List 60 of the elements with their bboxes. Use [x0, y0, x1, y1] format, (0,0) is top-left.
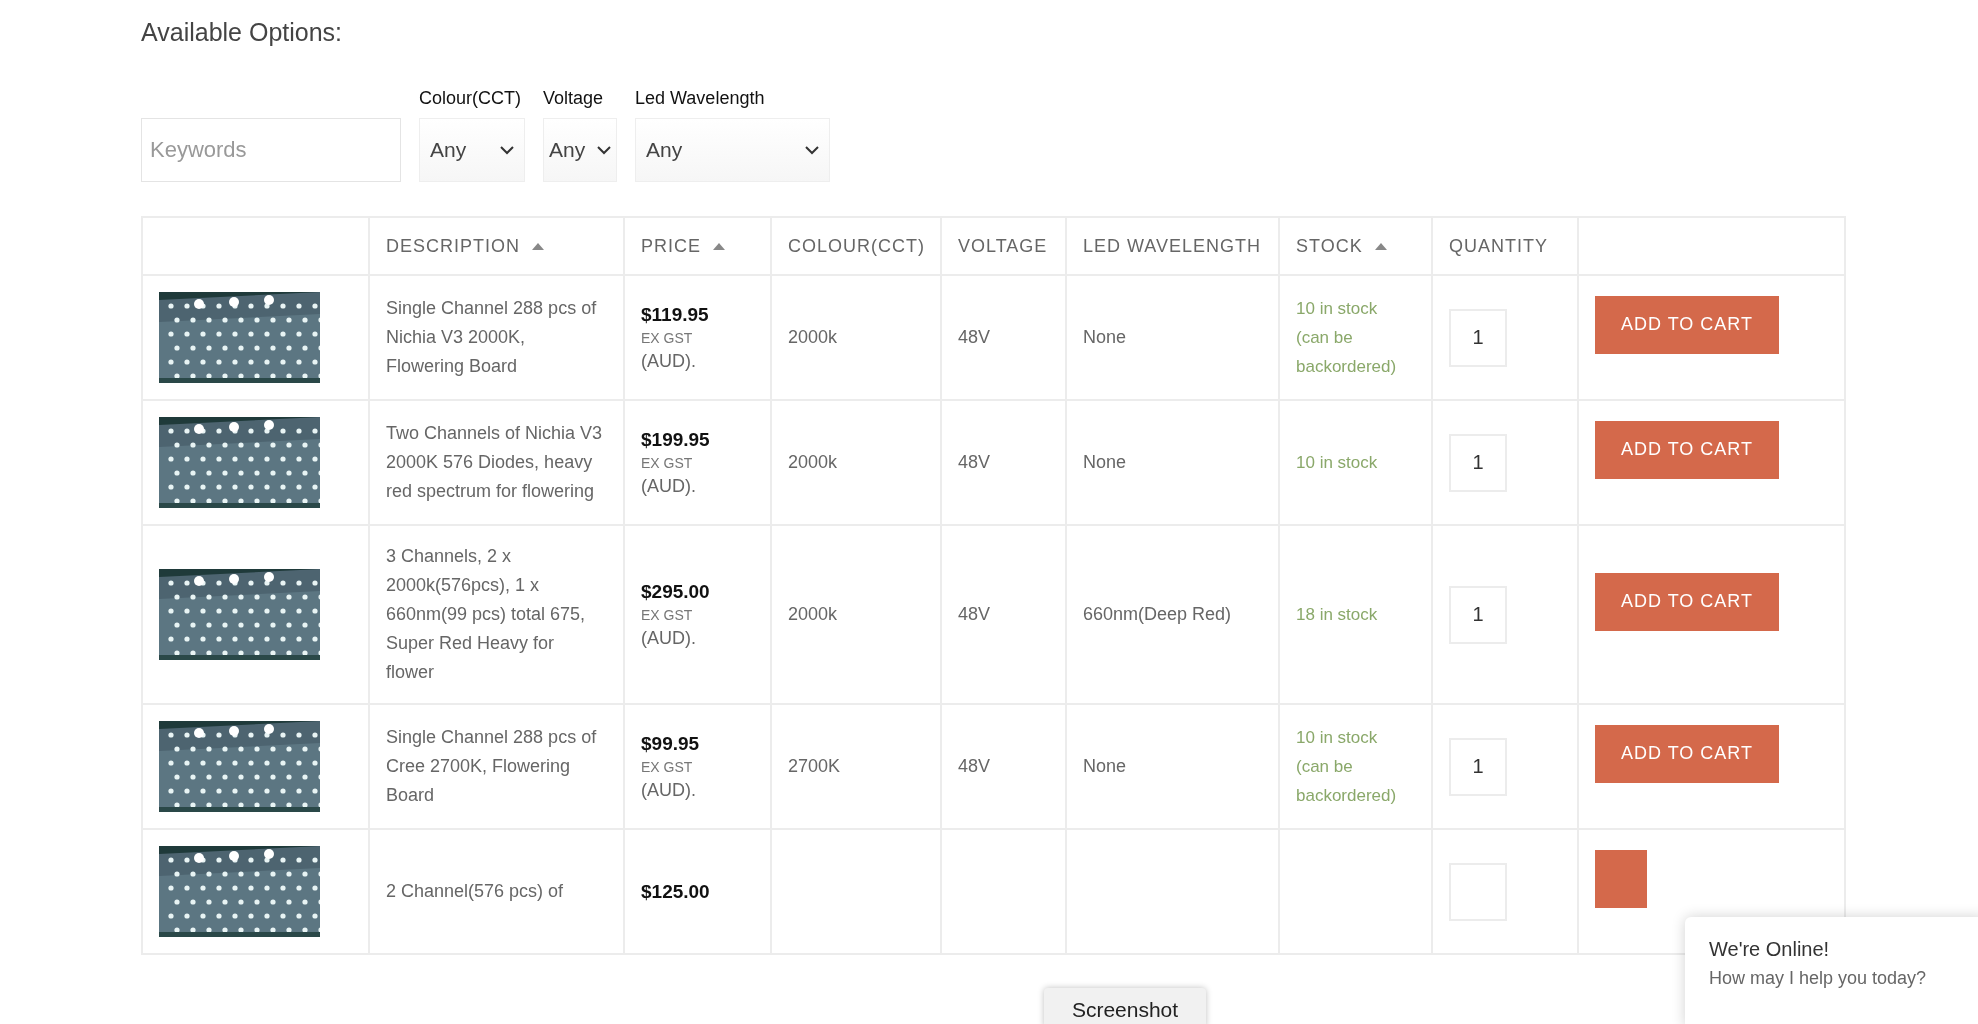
sort-arrow-icon[interactable]	[1374, 242, 1387, 250]
price: $125.00	[641, 879, 710, 904]
quantity-field[interactable]: 1	[1449, 737, 1507, 796]
colour-value: 2000k	[788, 603, 838, 626]
product-description: Two Channels of Nichia V3 2000K 576 Diodes, heavy red spectrum for flowering	[386, 422, 604, 503]
chevron-icon	[805, 145, 819, 155]
colour-value: 2000k	[788, 451, 838, 474]
colour-value: 2700K	[788, 755, 841, 778]
quantity-field[interactable]: 1	[1449, 308, 1507, 367]
tax-note: EX GST	[641, 757, 693, 777]
wavelength-value: None	[1083, 326, 1127, 349]
sort-arrow-icon[interactable]	[713, 242, 725, 250]
add-to-cart-button[interactable]: ADD TO CART	[1595, 295, 1780, 354]
price: $119.95	[641, 302, 709, 327]
tax-note: EX GST	[641, 328, 693, 348]
price: $99.95	[641, 731, 700, 756]
quantity-field[interactable]: 1	[1449, 585, 1507, 644]
currency-note: (AUD).	[641, 474, 696, 498]
filter-label: Led Wavelength	[635, 87, 765, 110]
filter-dropdown[interactable]: Any	[635, 118, 830, 182]
chevron-icon	[597, 145, 611, 155]
filter-label: Colour(CCT)	[419, 87, 521, 110]
quantity-field[interactable]: 1	[1449, 433, 1507, 492]
stock-status: 10 in stock	[1296, 452, 1378, 474]
product-description: 3 Channels, 2 x 2000k(576pcs), 1 x 660nm(99 pcs) total 675, Super Red Heavy for flower	[386, 545, 587, 684]
keywords-field[interactable]: Keywords	[141, 118, 401, 182]
stock-status: 18 in stock	[1296, 604, 1378, 626]
currency-note: (AUD).	[641, 778, 696, 802]
voltage-value: 48V	[958, 451, 991, 474]
price: $295.00	[641, 579, 710, 604]
wavelength-value: None	[1083, 451, 1127, 474]
wavelength-value: 660nm(Deep Red)	[1083, 603, 1232, 626]
product-description: Single Channel 288 pcs of Nichia V3 2000K, Flowering Board	[386, 297, 598, 378]
chevron-icon	[500, 145, 514, 155]
options-heading: Available Options:	[141, 17, 343, 48]
tax-note: EX GST	[641, 453, 693, 473]
tax-note: EX GST	[641, 605, 693, 625]
currency-note: (AUD).	[641, 349, 696, 373]
currency-note: (AUD).	[641, 626, 696, 650]
add-to-cart-button[interactable]: ADD TO CART	[1595, 572, 1780, 631]
stock-status: 10 in stock (can be backordered)	[1296, 298, 1398, 378]
voltage-value: 48V	[958, 603, 991, 626]
sort-arrow-icon[interactable]	[532, 242, 544, 250]
chat-title: We're Online!	[1709, 937, 1830, 962]
screenshot-tooltip: Screenshot	[1044, 988, 1206, 1024]
filter-dropdown[interactable]: Any	[419, 118, 525, 182]
stock-status: 10 in stock (can be backordered)	[1296, 727, 1398, 807]
price: $199.95	[641, 427, 710, 452]
product-description: Single Channel 288 pcs of Cree 2700K, Flowering Board	[386, 726, 598, 807]
voltage-value: 48V	[958, 326, 991, 349]
colour-value: 2000k	[788, 326, 838, 349]
voltage-value: 48V	[958, 755, 991, 778]
product-description: 2 Channel(576 pcs) of	[386, 880, 564, 903]
filter-dropdown[interactable]: Any	[543, 118, 617, 182]
add-to-cart-button[interactable]: ADD TO CART	[1595, 420, 1780, 479]
filter-label: Voltage	[543, 87, 604, 110]
chat-widget[interactable]: We're Online! How may I help you today?	[1685, 917, 1978, 1024]
wavelength-value: None	[1083, 755, 1127, 778]
chat-subtitle: How may I help you today?	[1709, 967, 1927, 990]
add-to-cart-button[interactable]: ADD TO CART	[1595, 724, 1780, 783]
